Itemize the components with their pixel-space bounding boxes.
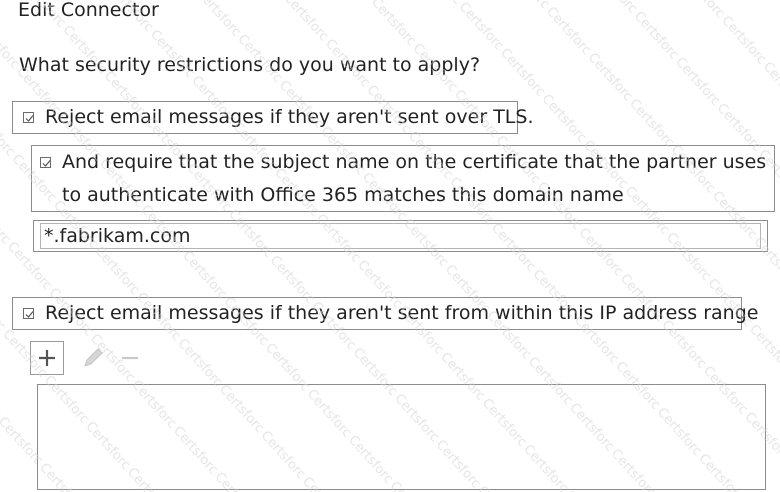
page-title: Edit Connector: [18, 0, 159, 21]
plus-icon: [39, 350, 55, 366]
ip-range-checkbox[interactable]: [23, 308, 34, 319]
ip-address-range-list[interactable]: [37, 384, 766, 490]
tls-option-label: Reject email messages if they aren't sen…: [45, 106, 534, 128]
checkmark-icon: [25, 115, 34, 122]
edit-ip-button[interactable]: [76, 341, 110, 375]
checkmark-icon: [42, 160, 51, 167]
add-ip-button[interactable]: [30, 341, 64, 375]
domain-name-field[interactable]: [33, 220, 768, 252]
remove-ip-button[interactable]: [114, 341, 148, 375]
pencil-icon: [84, 348, 103, 367]
subject-name-option-label: And require that the subject name on the…: [62, 151, 767, 206]
tls-option[interactable]: Reject email messages if they aren't sen…: [12, 101, 533, 134]
checkmark-icon: [25, 311, 34, 318]
minus-icon: [122, 356, 138, 360]
subject-name-option[interactable]: And require that the subject name on the…: [31, 145, 775, 212]
ip-range-option-label: Reject email messages if they aren't sen…: [45, 302, 759, 324]
ip-range-option[interactable]: Reject email messages if they aren't sen…: [12, 297, 758, 330]
tls-checkbox[interactable]: [23, 112, 34, 123]
subject-name-checkbox[interactable]: [40, 157, 51, 168]
security-question: What security restrictions do you want t…: [19, 54, 481, 76]
domain-name-input[interactable]: [44, 223, 744, 249]
